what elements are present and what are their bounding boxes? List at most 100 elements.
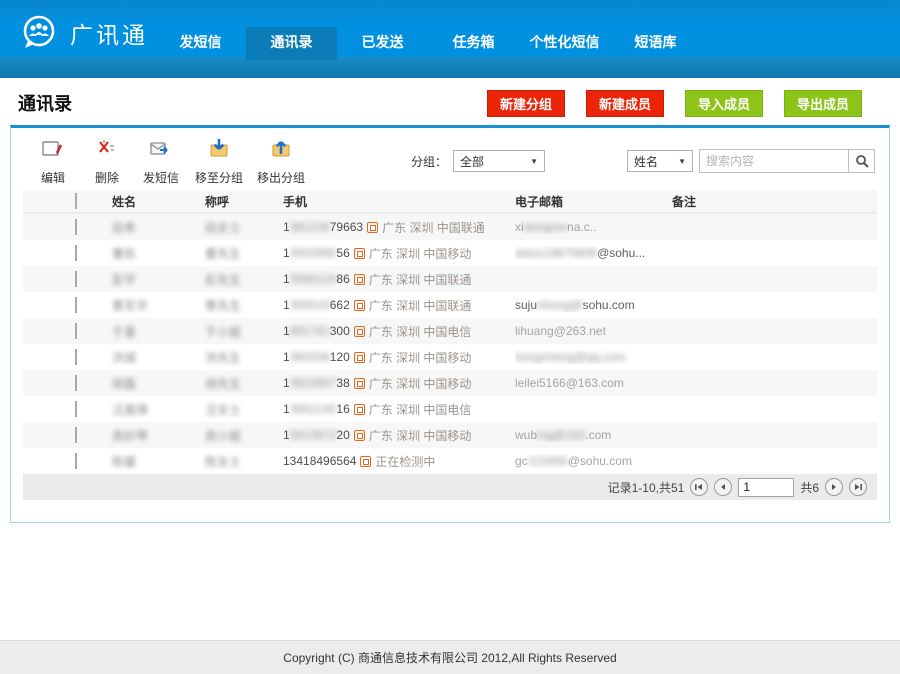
contact-name: 胡磊 [112, 375, 205, 392]
move-out-group-label: 移出分组 [257, 169, 305, 186]
table-row: 洪城洪先生1360258120广东 深圳 中国移动hongcheng@qq.co… [23, 344, 877, 370]
edit-icon [40, 137, 66, 166]
nav-tab-task-box[interactable]: 任务箱 [428, 27, 519, 60]
logo-text: 广讯通 [70, 16, 148, 50]
table-header-row: 姓名称呼手机电子邮箱备注 [23, 190, 877, 214]
row-checkbox[interactable] [75, 271, 77, 287]
group-select[interactable]: 全部 ▼ [453, 150, 545, 172]
move-to-group-button[interactable]: 移至分组 [195, 137, 243, 186]
phone-lookup-icon [354, 404, 365, 415]
row-checkbox[interactable] [75, 375, 77, 391]
next-page-button[interactable] [825, 478, 843, 496]
top-header: 广讯通 发短信通讯录已发送任务箱个性化短信短语库 [0, 0, 900, 78]
row-checkbox[interactable] [75, 323, 77, 339]
contact-phone: 13418496564正在检测中 [283, 453, 515, 470]
row-checkbox[interactable] [75, 453, 77, 469]
send-sms-icon [148, 137, 174, 166]
row-checkbox[interactable] [75, 297, 77, 313]
prev-page-icon [718, 482, 728, 492]
new-member-button[interactable]: 新建成员 [586, 90, 664, 117]
contact-salutation: 曹先生 [205, 245, 283, 262]
new-group-button[interactable]: 新建分组 [487, 90, 565, 117]
delete-icon [94, 137, 120, 166]
contact-email: gc123456@sohu.com [515, 454, 672, 468]
speech-bubble-people-icon [18, 12, 60, 54]
row-checkbox[interactable] [75, 219, 77, 235]
last-page-button[interactable] [849, 478, 867, 496]
contact-salutation: 于小姐 [205, 323, 283, 340]
contact-email: lihuang@263.net [515, 324, 672, 338]
phone-lookup-icon [354, 300, 365, 311]
edit-button[interactable]: 编辑 [33, 137, 73, 186]
contact-name: 高妙琴 [112, 427, 205, 444]
contact-email: xidongmena.c.. [515, 220, 672, 234]
phone-lookup-icon [360, 456, 371, 467]
delete-button[interactable]: 删除 [87, 137, 127, 186]
import-members-button[interactable]: 导入成员 [685, 90, 763, 117]
contact-email: leilei5166@163.com [515, 376, 672, 390]
contact-phone: 138122679663广东 深圳 中国联通 [283, 219, 515, 236]
phone-carrier-region: 广东 深圳 中国移动 [369, 375, 472, 392]
export-members-button[interactable]: 导出成员 [784, 90, 862, 117]
row-checkbox[interactable] [75, 427, 77, 443]
contact-phone: 1891761300广东 深圳 中国电信 [283, 323, 515, 340]
first-page-icon [694, 482, 704, 492]
table-row: 曹凯曹先生1350289056广东 深圳 中国移动daive19870606@s… [23, 240, 877, 266]
table-row: 高妙琴高小姐1581367220广东 深圳 中国移动wubing@163.com [23, 422, 877, 448]
row-checkbox[interactable] [75, 401, 77, 417]
first-page-button[interactable] [690, 478, 708, 496]
contact-name: 于量 [112, 323, 205, 340]
contact-name: 彭宇 [112, 271, 205, 288]
copyright-text: Copyright (C) 商通信息技术有限公司 2012,All Rights… [283, 649, 616, 666]
page-number-input[interactable] [738, 478, 794, 497]
phone-lookup-icon [367, 222, 378, 233]
move-out-group-icon [268, 137, 294, 166]
phone-carrier-region: 广东 深圳 中国移动 [369, 349, 472, 366]
select-all-checkbox[interactable] [75, 193, 77, 209]
contact-email: daive19870606@sohu... [515, 246, 672, 260]
search-button[interactable] [849, 149, 875, 173]
contact-email: hongcheng@qq.com [515, 350, 672, 364]
move-to-group-label: 移至分组 [195, 169, 243, 186]
phone-carrier-region: 广东 深圳 中国电信 [369, 323, 472, 340]
column-header-4: 备注 [672, 193, 877, 210]
toolbar: 编辑删除发短信移至分组移出分组 分组： 全部 ▼ 姓名 ▼ [11, 128, 889, 190]
phone-carrier-region: 广东 深圳 中国移动 [369, 245, 472, 262]
contact-email: sujunhong@sohu.com [515, 298, 672, 312]
contact-name: 洪城 [112, 349, 205, 366]
phone-carrier-region: 正在检测中 [375, 453, 435, 470]
move-out-group-button[interactable]: 移出分组 [257, 137, 305, 186]
nav-tab-phrase-lib[interactable]: 短语库 [610, 27, 701, 60]
page-footer: Copyright (C) 商通信息技术有限公司 2012,All Rights… [0, 640, 900, 674]
prev-page-button[interactable] [714, 478, 732, 496]
move-to-group-icon [206, 137, 232, 166]
last-page-icon [853, 482, 863, 492]
contact-name: 汪嘉琪 [112, 401, 205, 418]
app-logo: 广讯通 [18, 12, 148, 54]
row-checkbox[interactable] [75, 349, 77, 365]
phone-carrier-region: 广东 深圳 中国联通 [369, 271, 472, 288]
nav-tab-send-sms[interactable]: 发短信 [155, 27, 246, 60]
table-body: 段希段女士138122679663广东 深圳 中国联通xidongmena.c.… [23, 214, 877, 474]
phone-lookup-icon [354, 274, 365, 285]
total-pages-label: 共6 [800, 479, 819, 496]
group-filter: 分组： 全部 ▼ [411, 150, 545, 172]
nav-tab-personalized[interactable]: 个性化短信 [519, 27, 610, 60]
contact-salutation: 高小姐 [205, 427, 283, 444]
row-checkbox[interactable] [75, 245, 77, 261]
table-row: 胡磊胡先生1382365738广东 深圳 中国移动leilei5166@163.… [23, 370, 877, 396]
nav-tab-contacts[interactable]: 通讯录 [246, 27, 337, 60]
send-sms-button[interactable]: 发短信 [141, 137, 181, 186]
phone-lookup-icon [354, 430, 365, 441]
pagination-summary: 记录1-10,共51 [608, 479, 685, 496]
search-input[interactable] [699, 149, 849, 173]
action-buttons: 新建分组新建成员导入成员导出成员 [487, 90, 862, 117]
contact-phone: 1305519662广东 深圳 中国联通 [283, 297, 515, 314]
phone-carrier-region: 广东 深圳 中国联通 [369, 297, 472, 314]
table-row: 汪嘉琪汪女士1365214016广东 深圳 中国电信 [23, 396, 877, 422]
contact-salutation: 洪先生 [205, 349, 283, 366]
phone-carrier-region: 广东 深圳 中国联通 [382, 219, 485, 236]
nav-tab-sent[interactable]: 已发送 [337, 27, 428, 60]
search-field-select[interactable]: 姓名 ▼ [627, 150, 693, 172]
phone-carrier-region: 广东 深圳 中国移动 [369, 427, 472, 444]
